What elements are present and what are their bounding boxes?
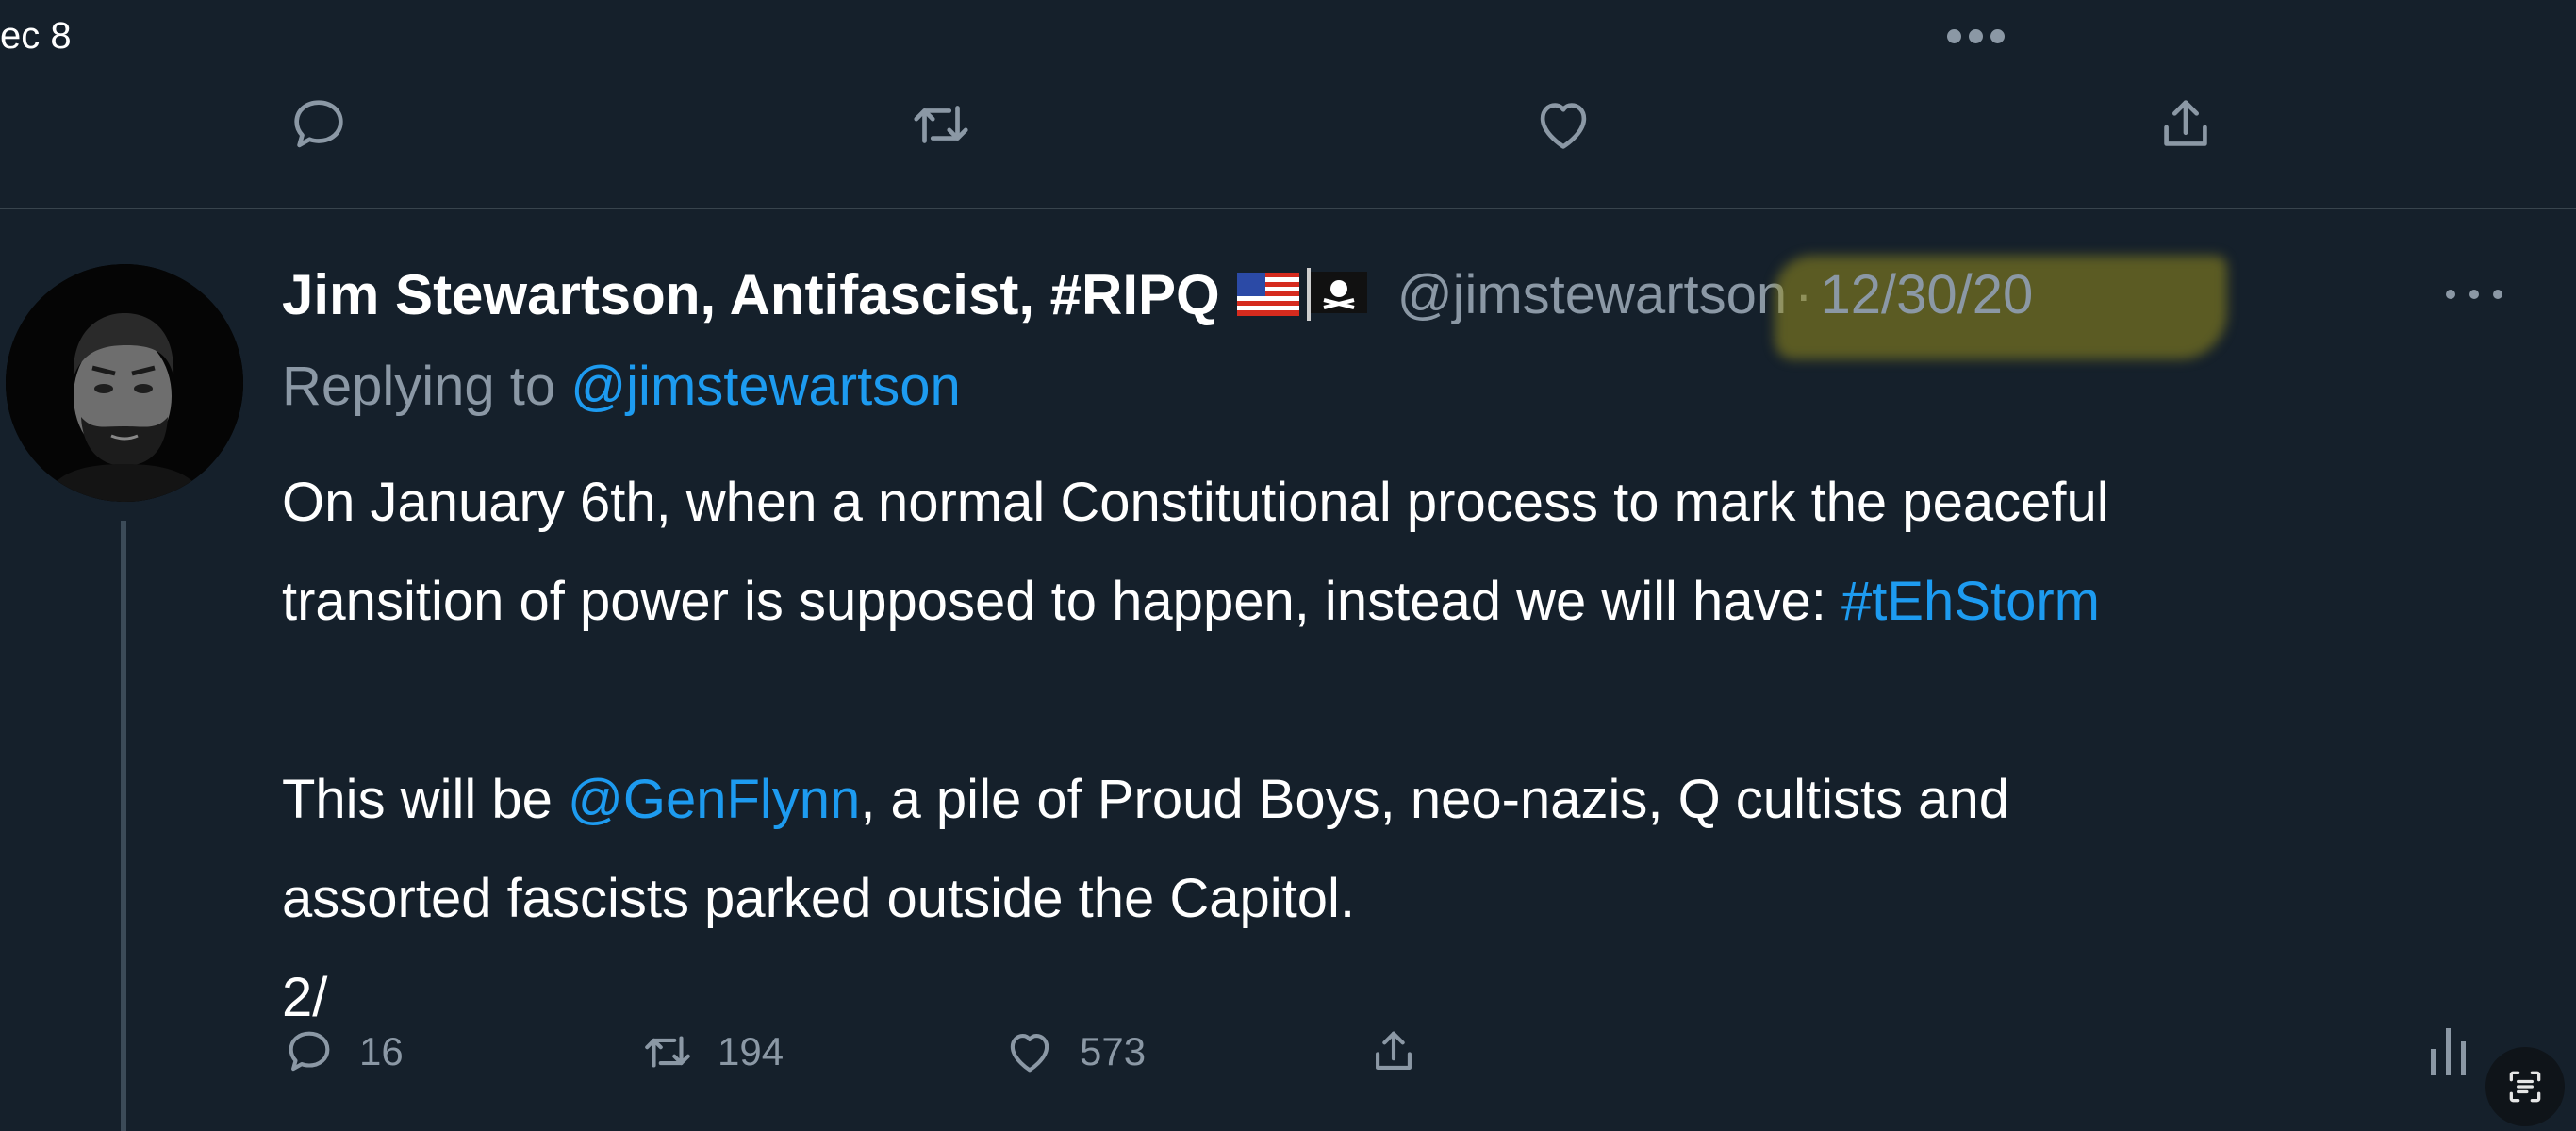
share-button[interactable] (1366, 1019, 1421, 1085)
profile-photo (6, 264, 243, 502)
retweet-icon (914, 106, 968, 143)
previous-tweet-date: ec 8 (0, 15, 72, 57)
tweet-more-icon[interactable] (2446, 275, 2502, 313)
retweet-icon (645, 1036, 690, 1068)
reply-icon (289, 1031, 330, 1072)
avatar[interactable] (6, 264, 243, 502)
more-options-icon[interactable] (1933, 17, 2018, 55)
timeline-view: ec 8 Jim Stewartson, Antifascist, #RIPQ … (0, 0, 2576, 1131)
replying-to: Replying to @jimstewartson (282, 349, 961, 424)
like-count: 573 (1080, 1029, 1147, 1073)
like-button[interactable] (1524, 85, 1603, 164)
share-icon (2164, 100, 2207, 146)
reply-button[interactable] (279, 85, 358, 164)
replying-label: Replying to (282, 356, 571, 417)
tweet-body-line: This will be @GenFlynn, a pile of Proud … (282, 750, 2545, 849)
pirate-flag-icon (1306, 268, 1367, 321)
retweet-button[interactable]: 194 (640, 1019, 784, 1085)
reply-count: 16 (359, 1029, 404, 1073)
heart-icon (1540, 103, 1587, 149)
thread-connector (121, 521, 126, 1131)
retweet-count: 194 (718, 1029, 784, 1073)
share-button[interactable] (2146, 85, 2225, 164)
tweet-body-text: This will be (282, 769, 568, 830)
heart-icon (1010, 1034, 1049, 1073)
share-icon (1376, 1031, 1412, 1070)
replying-to-link[interactable]: @jimstewartson (570, 356, 960, 417)
tweet-body-line: transition of power is supposed to happe… (282, 552, 2545, 651)
tweet-header: Jim Stewartson, Antifascist, #RIPQ @jims… (282, 255, 2228, 359)
author-handle[interactable]: @jimstewartson (1397, 263, 1787, 326)
tweet-date: 12/30/20 (1820, 263, 2034, 325)
analytics-icon[interactable] (2427, 1023, 2474, 1079)
live-text-button[interactable] (2485, 1047, 2565, 1126)
tweet-body-line: On January 6th, when a normal Constituti… (282, 472, 2109, 533)
retweet-button[interactable] (901, 85, 981, 164)
hashtag-link[interactable]: #tEhStorm (1841, 571, 2100, 632)
like-button[interactable]: 573 (1002, 1019, 1146, 1085)
tweet-timestamp[interactable]: 12/30/20 (1775, 255, 2228, 359)
reply-button[interactable]: 16 (282, 1019, 404, 1085)
mention-link[interactable]: @GenFlynn (568, 769, 860, 830)
tweet-body-text: transition of power is supposed to happe… (282, 571, 1841, 632)
author-display-name[interactable]: Jim Stewartson, Antifascist, #RIPQ (282, 262, 1220, 327)
live-text-icon (2509, 1071, 2541, 1103)
tweet-body: On January 6th, when a normal Constituti… (282, 453, 2545, 1047)
tweet-actions: 16 194 573 (282, 1019, 2526, 1085)
tweet-body-text: , a pile of Proud Boys, neo-nazis, Q cul… (860, 769, 2009, 830)
us-flag-icon (1236, 273, 1299, 316)
tweet-divider (0, 208, 2576, 209)
reply-icon (294, 100, 343, 148)
tweet-body-blank (282, 651, 2545, 750)
tweet-body-line: assorted fascists parked outside the Cap… (282, 868, 1356, 929)
author-flags (1236, 268, 1371, 321)
